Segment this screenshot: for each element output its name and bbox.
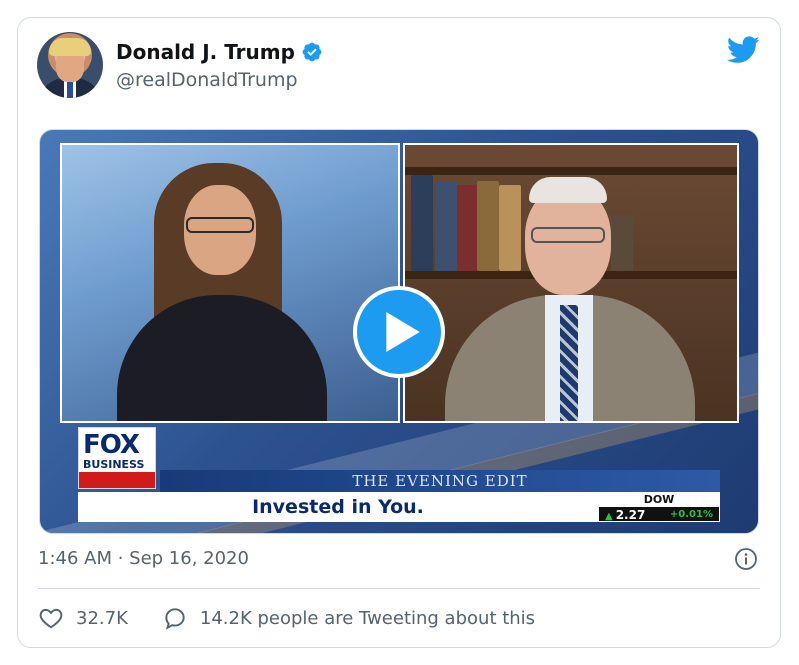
tweet-timestamp[interactable]: 1:46 AM · Sep 16, 2020 xyxy=(38,548,249,569)
video-panel-right xyxy=(403,143,739,423)
person-glasses xyxy=(531,227,605,243)
book xyxy=(411,175,433,271)
ticker-value: 2.27 xyxy=(605,508,646,522)
info-icon[interactable] xyxy=(734,547,758,571)
avatar-hair xyxy=(49,38,91,56)
play-button[interactable] xyxy=(353,286,445,378)
network-logo-top: FOX xyxy=(83,430,140,460)
network-logo: FOX BUSINESS xyxy=(78,427,156,489)
book xyxy=(435,181,457,271)
verified-badge-icon xyxy=(302,42,322,62)
network-logo-bottom: BUSINESS xyxy=(83,458,145,471)
ticker-label: DOW xyxy=(599,493,719,507)
video-panel-left xyxy=(60,143,400,423)
person-hair xyxy=(529,177,607,203)
person-body xyxy=(117,295,327,421)
heart-icon xyxy=(39,608,63,629)
like-count: 32.7K xyxy=(76,607,128,629)
book xyxy=(499,185,521,271)
conversation-action[interactable]: 14.2K people are Tweeting about this xyxy=(162,605,535,631)
ticker-change: +0.01% xyxy=(669,509,713,520)
author-handle[interactable]: @realDonaldTrump xyxy=(116,69,298,91)
speech-bubble-icon xyxy=(165,608,185,630)
book xyxy=(611,215,633,271)
tweet-card[interactable]: Donald J. Trump @realDonaldTrump FOX BUS… xyxy=(17,17,781,648)
bookshelf-top xyxy=(405,167,737,175)
avatar-tie xyxy=(67,80,73,98)
book xyxy=(457,185,479,271)
book xyxy=(477,181,499,271)
person-glasses xyxy=(186,217,254,233)
like-action[interactable]: 32.7K xyxy=(38,605,128,631)
author-row: Donald J. Trump xyxy=(116,40,323,64)
video-player[interactable]: FOX BUSINESS THE EVENING EDIT Invested i… xyxy=(39,129,759,534)
person-tie xyxy=(560,305,578,421)
author-name[interactable]: Donald J. Trump xyxy=(116,40,295,64)
action-bar: 32.7K 14.2K people are Tweeting about th… xyxy=(38,605,569,631)
conversation-text: 14.2K people are Tweeting about this xyxy=(199,607,536,629)
headline-bar: Invested in You. xyxy=(78,492,598,522)
divider xyxy=(38,588,760,589)
play-icon xyxy=(386,312,420,352)
twitter-bird-icon[interactable] xyxy=(727,36,760,64)
headline-text: Invested in You. xyxy=(252,496,424,518)
show-title: THE EVENING EDIT xyxy=(352,472,528,490)
network-logo-bar xyxy=(79,472,155,488)
avatar[interactable] xyxy=(37,32,103,98)
show-title-bar: THE EVENING EDIT xyxy=(160,470,720,492)
stock-ticker: DOW 2.27 +0.01% xyxy=(598,492,720,522)
